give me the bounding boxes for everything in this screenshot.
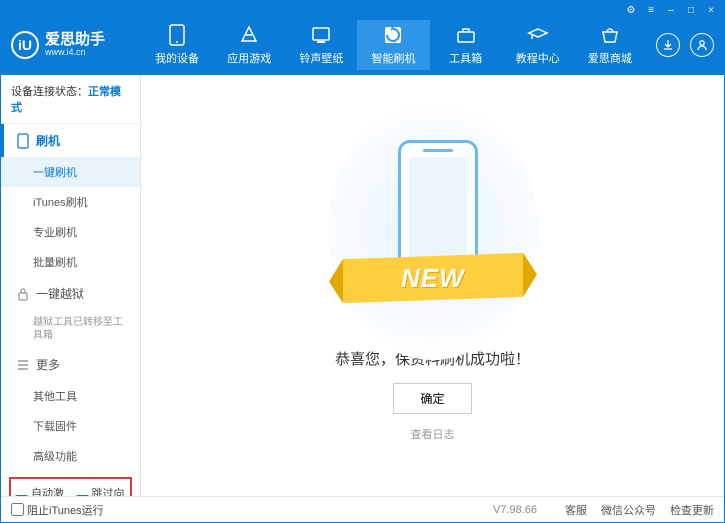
store-icon <box>599 24 621 46</box>
flash-icon <box>382 24 404 46</box>
success-illustration: NEW <box>358 130 508 330</box>
wechat-link[interactable]: 微信公众号 <box>601 502 656 518</box>
brand-url: www.i4.cn <box>45 48 105 58</box>
nav-ringtones-wallpapers[interactable]: 铃声壁纸 <box>285 20 357 70</box>
nav-smart-flash[interactable]: 智能刷机 <box>357 20 429 70</box>
tutorial-icon <box>527 24 549 46</box>
skip-guide-checkbox[interactable]: 跳过向导 <box>76 485 127 496</box>
logo-icon: iU <box>11 31 39 59</box>
close-icon[interactable]: × <box>702 3 720 17</box>
nav-tutorials[interactable]: 教程中心 <box>502 20 574 70</box>
options-box: 自动激活 跳过向导 <box>9 477 132 496</box>
new-ribbon: NEW <box>343 252 523 302</box>
ok-button[interactable]: 确定 <box>393 383 471 414</box>
footer: 阻止iTunes运行 V7.98.66 客服 微信公众号 检查更新 <box>1 496 724 522</box>
sub-download-firmware[interactable]: 下载固件 <box>1 411 140 441</box>
account-button[interactable] <box>690 33 714 57</box>
nav-my-device[interactable]: 我的设备 <box>141 20 213 70</box>
nav-label: 我的设备 <box>155 50 199 66</box>
toolbox-icon <box>455 24 477 46</box>
list-icon <box>16 358 30 372</box>
section-more[interactable]: 更多 <box>1 348 140 381</box>
auto-activate-label: 自动激活 <box>31 485 66 496</box>
sub-advanced[interactable]: 高级功能 <box>1 441 140 471</box>
header-right <box>646 33 714 57</box>
wallpaper-icon <box>310 24 332 46</box>
sub-itunes-flash[interactable]: iTunes刷机 <box>1 187 140 217</box>
main-content: NEW 恭喜您，保资料刷机成功啦！ 确定 查看日志 <box>141 75 724 496</box>
block-itunes-input[interactable] <box>11 503 24 516</box>
block-itunes-checkbox[interactable]: 阻止iTunes运行 <box>11 502 104 518</box>
nav-label: 智能刷机 <box>371 50 415 66</box>
sub-other-tools[interactable]: 其他工具 <box>1 381 140 411</box>
nav-toolbox[interactable]: 工具箱 <box>430 20 502 70</box>
nav-label: 工具箱 <box>449 50 482 66</box>
maximize-icon[interactable]: □ <box>682 3 700 17</box>
header-main: iU 爱思助手 www.i4.cn 我的设备 应用游戏 铃声壁纸 <box>1 19 724 75</box>
section-flash[interactable]: 刷机 <box>1 124 140 157</box>
logo-text: 爱思助手 www.i4.cn <box>45 32 105 58</box>
sub-pro-flash[interactable]: 专业刷机 <box>1 217 140 247</box>
nav-label: 应用游戏 <box>227 50 271 66</box>
sub-batch-flash[interactable]: 批量刷机 <box>1 247 140 277</box>
nav-label: 爱思商城 <box>588 50 632 66</box>
settings-icon[interactable]: ⚙ <box>622 3 640 17</box>
device-icon <box>166 24 188 46</box>
titlebar-controls: ⚙ ≡ – □ × <box>1 1 724 19</box>
jailbreak-note: 越狱工具已转移至工具箱 <box>1 310 140 348</box>
download-button[interactable] <box>656 33 680 57</box>
auto-activate-checkbox[interactable]: 自动激活 <box>15 485 66 496</box>
block-itunes-label: 阻止iTunes运行 <box>27 502 104 518</box>
check-update-link[interactable]: 检查更新 <box>670 502 714 518</box>
phone-icon <box>16 134 30 148</box>
lock-icon <box>16 287 30 301</box>
skip-guide-label: 跳过向导 <box>92 485 127 496</box>
header: ⚙ ≡ – □ × iU 爱思助手 www.i4.cn 我的设备 <box>1 1 724 75</box>
sub-onekey-flash[interactable]: 一键刷机 <box>1 157 140 187</box>
body: 设备连接状态：正常模式 刷机 一键刷机 iTunes刷机 专业刷机 批量刷机 一… <box>1 75 724 496</box>
section-title: 刷机 <box>36 132 60 149</box>
nav-store[interactable]: 爱思商城 <box>574 20 646 70</box>
app-window: ⚙ ≡ – □ × iU 爱思助手 www.i4.cn 我的设备 <box>0 0 725 523</box>
logo[interactable]: iU 爱思助手 www.i4.cn <box>11 31 141 59</box>
nav-apps-games[interactable]: 应用游戏 <box>213 20 285 70</box>
customer-service-link[interactable]: 客服 <box>565 502 587 518</box>
connection-status: 设备连接状态：正常模式 <box>1 75 140 124</box>
apps-icon <box>238 24 260 46</box>
menu-icon[interactable]: ≡ <box>642 3 660 17</box>
nav-label: 教程中心 <box>516 50 560 66</box>
status-label: 设备连接状态： <box>11 86 88 98</box>
brand-title: 爱思助手 <box>45 32 105 49</box>
view-log-link[interactable]: 查看日志 <box>411 426 455 442</box>
sidebar: 设备连接状态：正常模式 刷机 一键刷机 iTunes刷机 专业刷机 批量刷机 一… <box>1 75 141 496</box>
version-label: V7.98.66 <box>493 504 537 516</box>
minimize-icon[interactable]: – <box>662 3 680 17</box>
ribbon-text: NEW <box>401 262 465 293</box>
section-title: 一键越狱 <box>36 285 84 302</box>
section-jailbreak[interactable]: 一键越狱 <box>1 277 140 310</box>
section-title: 更多 <box>36 356 60 373</box>
nav-label: 铃声壁纸 <box>299 50 343 66</box>
main-nav: 我的设备 应用游戏 铃声壁纸 智能刷机 工具箱 <box>141 20 646 70</box>
